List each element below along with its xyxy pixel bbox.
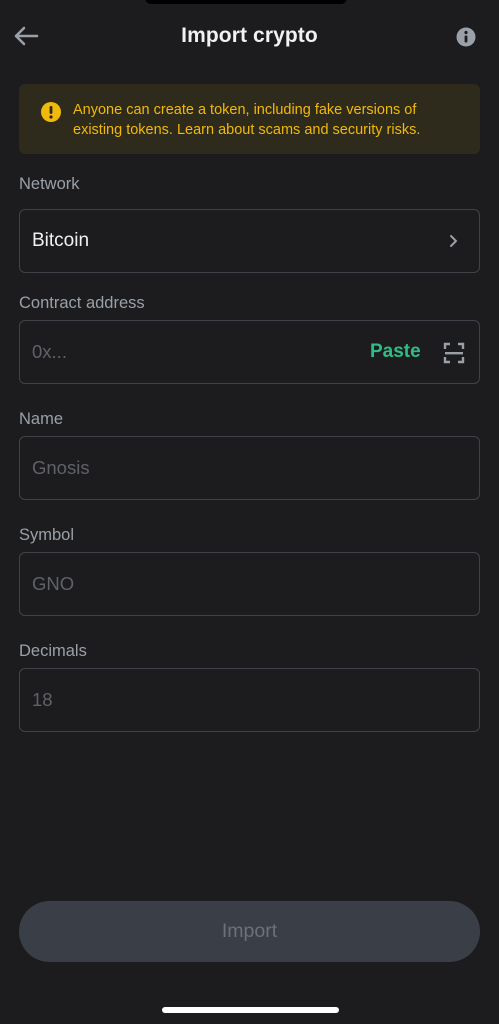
info-icon [456,27,476,47]
contract-address-input[interactable] [32,321,332,383]
network-label: Network [19,175,80,193]
decimals-label: Decimals [19,642,87,660]
chevron-right-icon [450,235,457,247]
import-button[interactable]: Import [19,901,480,962]
paste-button[interactable]: Paste [370,341,421,363]
decimals-field [19,668,480,732]
contract-address-label: Contract address [19,294,145,312]
name-field [19,436,480,500]
exclamation-circle-icon [41,102,61,122]
header: Import crypto [0,0,499,72]
scam-warning-banner: Anyone can create a token, including fak… [19,84,480,154]
home-indicator [162,1007,339,1013]
symbol-input[interactable] [32,553,332,615]
name-label: Name [19,410,64,428]
network-selector[interactable]: Bitcoin [19,209,480,273]
scan-icon[interactable] [443,342,465,364]
name-input[interactable] [32,437,332,499]
symbol-label: Symbol [19,526,75,544]
warning-text: Anyone can create a token, including fak… [73,102,421,138]
page-title: Import crypto [181,24,318,47]
symbol-field [19,552,480,616]
network-value: Bitcoin [32,230,90,251]
info-button[interactable] [452,23,480,51]
decimals-input[interactable] [32,669,332,731]
contract-address-field: Paste [19,320,480,384]
